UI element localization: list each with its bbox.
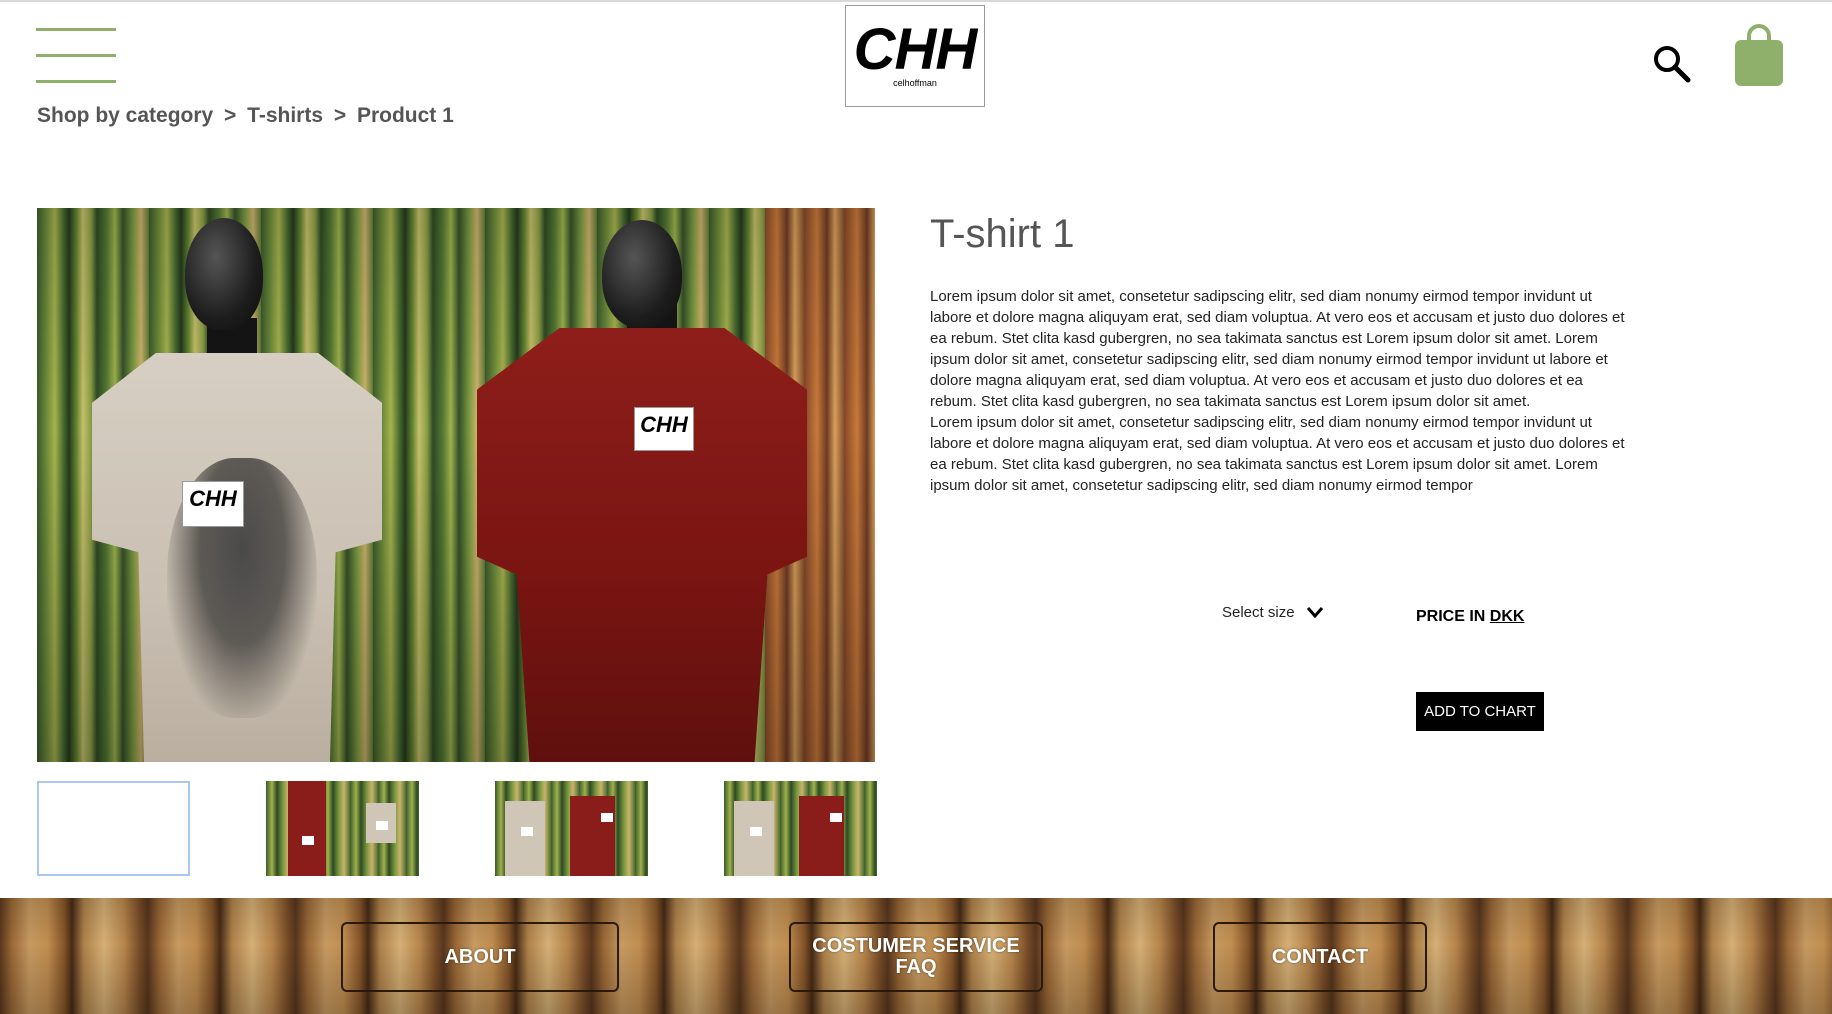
thumbnail-2[interactable] bbox=[266, 781, 419, 876]
customer-service-label: COSTUMER SERVICE bbox=[812, 935, 1020, 957]
thumb-white-shirt bbox=[734, 801, 774, 876]
product-main-image: CHH CHH bbox=[37, 208, 875, 762]
shopping-bag-icon[interactable] bbox=[1733, 22, 1785, 88]
red-tshirt bbox=[477, 328, 807, 762]
size-select-label: Select size bbox=[1222, 604, 1295, 621]
thumbnail-3[interactable] bbox=[495, 781, 648, 876]
breadcrumb-separator: > bbox=[224, 104, 237, 127]
breadcrumb-item-shop-by-category[interactable]: Shop by category bbox=[37, 104, 213, 128]
faq-label: FAQ bbox=[895, 956, 937, 978]
price-prefix: PRICE IN bbox=[1416, 608, 1486, 625]
description-paragraph-1: Lorem ipsum dolor sit amet, consetetur s… bbox=[930, 288, 1625, 410]
search-icon[interactable] bbox=[1650, 42, 1694, 86]
menu-line bbox=[36, 80, 116, 83]
shirt-label-text: CHH bbox=[640, 412, 688, 437]
top-border bbox=[0, 0, 1832, 2]
chevron-down-icon bbox=[1306, 605, 1323, 622]
product-title: T-shirt 1 bbox=[930, 212, 1075, 256]
hamburger-menu-icon[interactable] bbox=[36, 28, 116, 84]
menu-line bbox=[36, 28, 116, 31]
thumbnail-4[interactable] bbox=[724, 781, 877, 876]
size-select[interactable]: Select size bbox=[1222, 604, 1323, 622]
thumb-red-shirt bbox=[799, 796, 844, 876]
thumb-red-shirt bbox=[570, 796, 615, 876]
mannequin-head bbox=[185, 218, 263, 330]
breadcrumb: Shop by category > T-shirts > Product 1 bbox=[37, 104, 454, 128]
shirt-label-text: CHH bbox=[189, 486, 237, 511]
description-paragraph-2: Lorem ipsum dolor sit amet, consetetur s… bbox=[930, 414, 1625, 494]
thumb-white-shirt bbox=[505, 801, 545, 876]
contact-label: CONTACT bbox=[1271, 945, 1369, 968]
product-description: Lorem ipsum dolor sit amet, consetetur s… bbox=[930, 286, 1630, 496]
thumb-label bbox=[601, 813, 613, 822]
shirt-label: CHH bbox=[182, 481, 244, 527]
thumb-label bbox=[521, 827, 533, 836]
currency-link[interactable]: DKK bbox=[1490, 608, 1525, 625]
about-label: ABOUT bbox=[444, 945, 516, 968]
thumb-label bbox=[376, 821, 388, 830]
breadcrumb-separator: > bbox=[333, 104, 347, 127]
thumb-label bbox=[750, 827, 762, 836]
mannequin-head bbox=[602, 220, 682, 328]
add-to-cart-button[interactable]: ADD TO CHART bbox=[1416, 692, 1544, 731]
thumb-label bbox=[302, 836, 314, 845]
breadcrumb-item-product: Product 1 bbox=[356, 104, 454, 127]
thumb-red-shirt bbox=[288, 781, 326, 876]
shirt-label: CHH bbox=[634, 407, 694, 451]
price-display: PRICE IN DKK bbox=[1416, 608, 1524, 626]
thumb-label bbox=[830, 813, 842, 822]
customer-service-faq-button[interactable]: COSTUMER SERVICE FAQ bbox=[789, 922, 1043, 992]
menu-line bbox=[36, 54, 116, 57]
brand-logo[interactable]: CHH celhoffman bbox=[845, 5, 985, 107]
breadcrumb-item-tshirts[interactable]: T-shirts bbox=[247, 104, 323, 128]
logo-mark: CHH bbox=[853, 17, 978, 82]
contact-button[interactable]: CONTACT bbox=[1213, 922, 1427, 992]
thumbnail-1[interactable] bbox=[37, 781, 190, 876]
about-button[interactable]: ABOUT bbox=[341, 922, 619, 992]
